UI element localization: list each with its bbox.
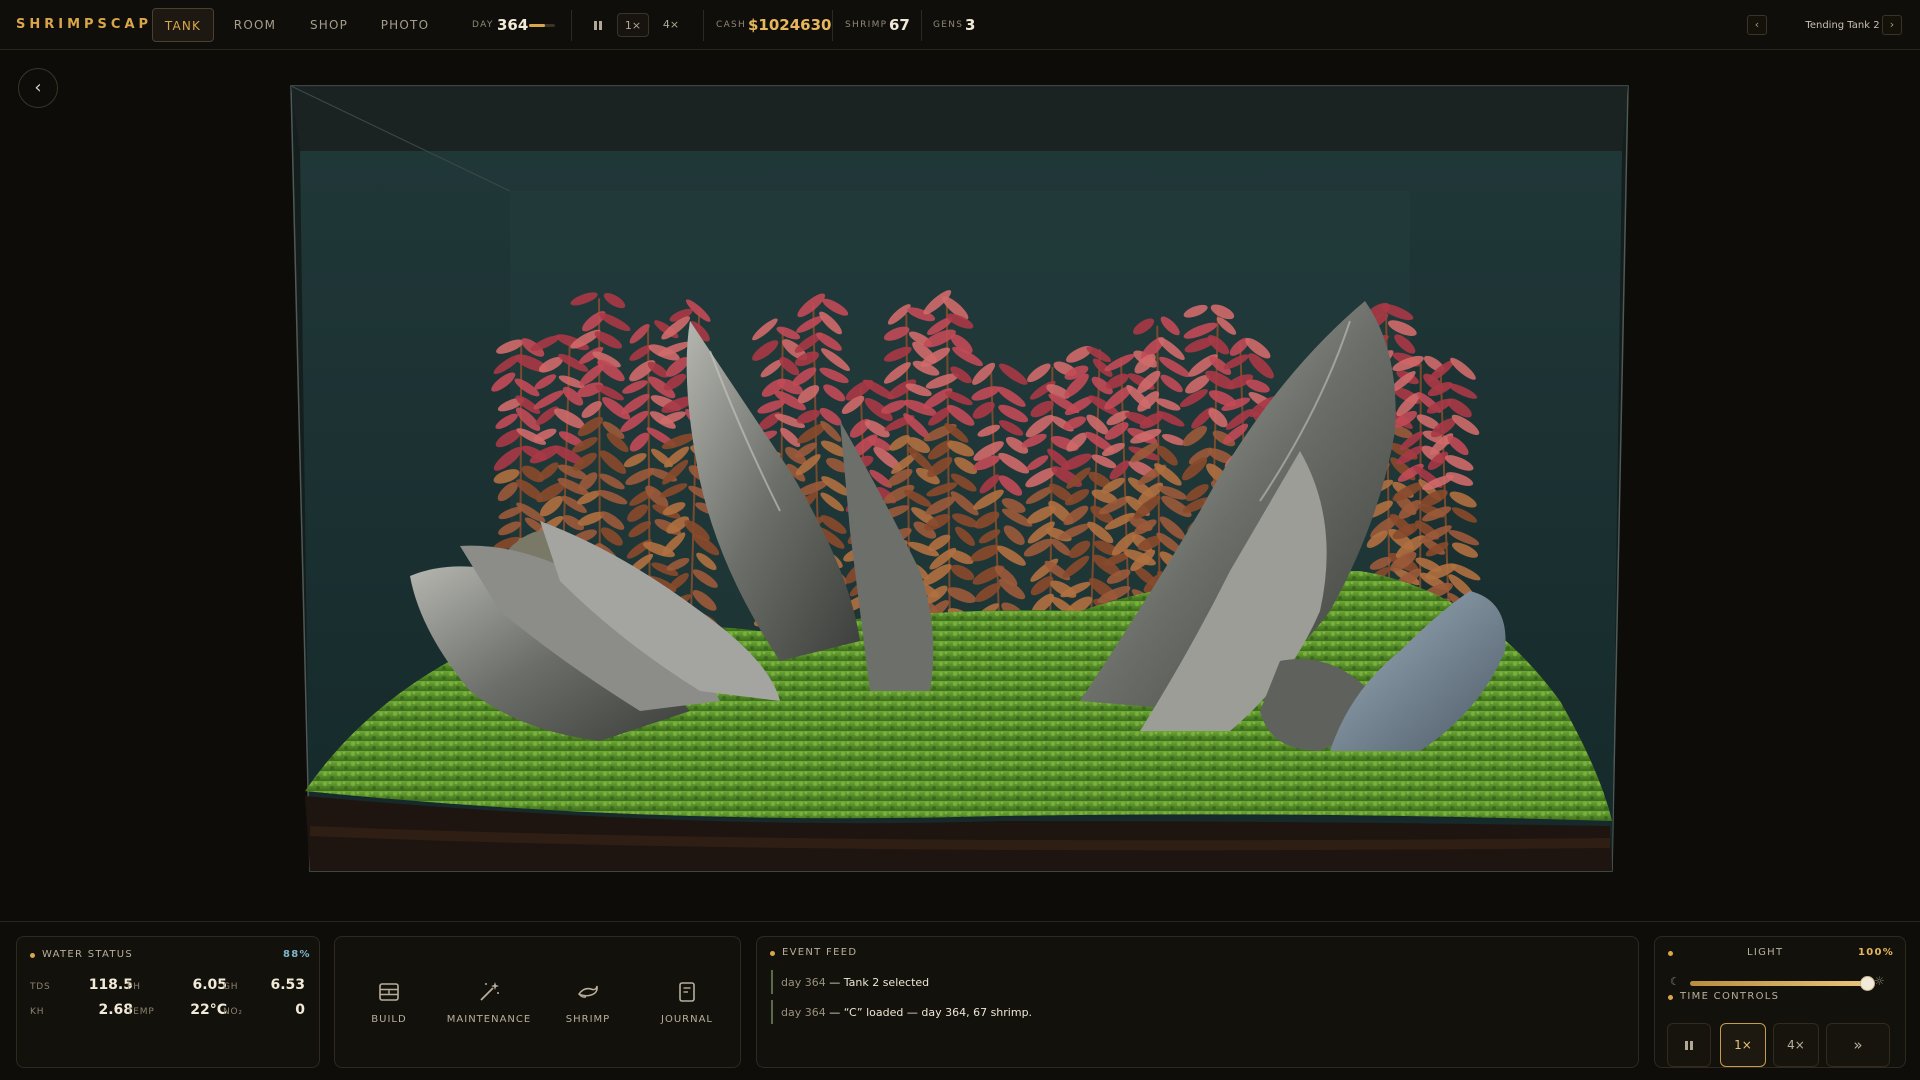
time-controls-title: TIME CONTROLS	[1680, 991, 1780, 1002]
no2-value: 0	[295, 1002, 305, 1018]
light-slider-fill	[1690, 981, 1868, 986]
ph-label: PH	[127, 982, 141, 992]
divider	[571, 10, 572, 41]
shrimp-icon	[577, 985, 598, 998]
tab-shop[interactable]: SHOP	[298, 8, 360, 42]
speed-1x-button[interactable]: 1×	[617, 13, 649, 37]
wand-icon	[480, 982, 499, 1001]
ph-value: 6.05	[192, 977, 227, 993]
cash-value: $1024630	[748, 16, 832, 34]
maintenance-label: MAINTENANCE	[446, 1014, 532, 1025]
build-icon	[379, 983, 399, 1001]
light-slider-knob[interactable]	[1860, 976, 1875, 991]
gh-value: 6.53	[270, 977, 305, 993]
maintenance-button[interactable]: MAINTENANCE	[439, 980, 539, 1025]
day-progress-bar	[529, 24, 555, 27]
speed-1x-button[interactable]: 1×	[1720, 1023, 1766, 1067]
pause-button[interactable]	[1667, 1023, 1711, 1067]
day-label: DAY	[472, 20, 494, 30]
feed-dot	[770, 951, 775, 956]
fast-forward-button[interactable]: »	[1826, 1023, 1890, 1067]
tab-tank[interactable]: TANK	[152, 8, 214, 42]
sun-icon: ☼	[1874, 974, 1885, 988]
tab-room[interactable]: ROOM	[224, 8, 286, 42]
gens-label: GENS	[933, 20, 964, 30]
kh-value: 2.68	[98, 1002, 133, 1018]
moon-icon: ☾	[1670, 975, 1680, 988]
journal-icon	[679, 982, 695, 1002]
event-item: day 364 — Tank 2 selected	[781, 976, 930, 989]
pause-icon	[1685, 1041, 1693, 1050]
aquarium-scene[interactable]	[0, 51, 1920, 921]
next-tank-button[interactable]: ›	[1882, 15, 1902, 35]
tds-value: 118.5	[88, 977, 133, 993]
gens-value: 3	[965, 16, 976, 34]
cash-label: CASH	[716, 20, 747, 30]
pause-button[interactable]	[585, 13, 611, 37]
temp-label: TEMP	[127, 1007, 155, 1017]
build-button[interactable]: BUILD	[339, 980, 439, 1025]
shrimp-label: SHRIMP	[845, 20, 888, 30]
event-feed-card: EVENT FEED	[756, 936, 1639, 1068]
prev-tank-button[interactable]: ‹	[1747, 15, 1767, 35]
journal-label: JOURNAL	[661, 1014, 713, 1025]
event-marker	[771, 970, 773, 994]
no2-label: NO₂	[223, 1007, 243, 1017]
event-feed-title: EVENT FEED	[782, 947, 858, 958]
kh-label: KH	[30, 1007, 45, 1017]
light-slider[interactable]	[1690, 976, 1875, 991]
light-percent: 100%	[1858, 947, 1895, 958]
divider	[832, 10, 833, 41]
journal-button[interactable]: JOURNAL	[637, 980, 737, 1025]
tank-viewport[interactable]	[0, 51, 1920, 921]
build-label: BUILD	[371, 1014, 407, 1025]
divider	[703, 10, 704, 41]
tab-photo[interactable]: PHOTO	[372, 8, 438, 42]
shrimp-button[interactable]: SHRIMP	[538, 980, 638, 1025]
top-bar: SHRIMPSCAPE TANK ROOM SHOP PHOTO DAY 364…	[0, 0, 1920, 50]
brand-logo: SHRIMPSCAPE	[16, 17, 165, 32]
tds-label: TDS	[30, 982, 51, 992]
speed-4x-button[interactable]: 4×	[1773, 1023, 1819, 1067]
status-dot	[30, 953, 35, 958]
day-progress-fill	[529, 24, 545, 27]
water-quality-percent: 88%	[283, 949, 311, 960]
divider	[921, 10, 922, 41]
shrimp-value: 67	[889, 16, 910, 34]
light-title: LIGHT	[1747, 947, 1784, 958]
pause-icon	[594, 20, 602, 30]
gh-label: GH	[223, 982, 239, 992]
event-item: day 364 — “C” loaded — day 364, 67 shrim…	[781, 1006, 1033, 1019]
light-dot	[1668, 951, 1673, 956]
event-marker	[771, 1000, 773, 1024]
time-dot	[1668, 995, 1673, 1000]
water-status-title: WATER STATUS	[42, 949, 134, 960]
shrimp-label: SHRIMP	[565, 1014, 611, 1025]
day-value: 364	[497, 16, 529, 34]
speed-4x-button[interactable]: 4×	[655, 13, 687, 37]
water-status-card: WATER STATUS 88% TDS 118.5 PH 6.05 GH 6.…	[16, 936, 320, 1068]
temp-value: 22°C	[190, 1002, 227, 1018]
